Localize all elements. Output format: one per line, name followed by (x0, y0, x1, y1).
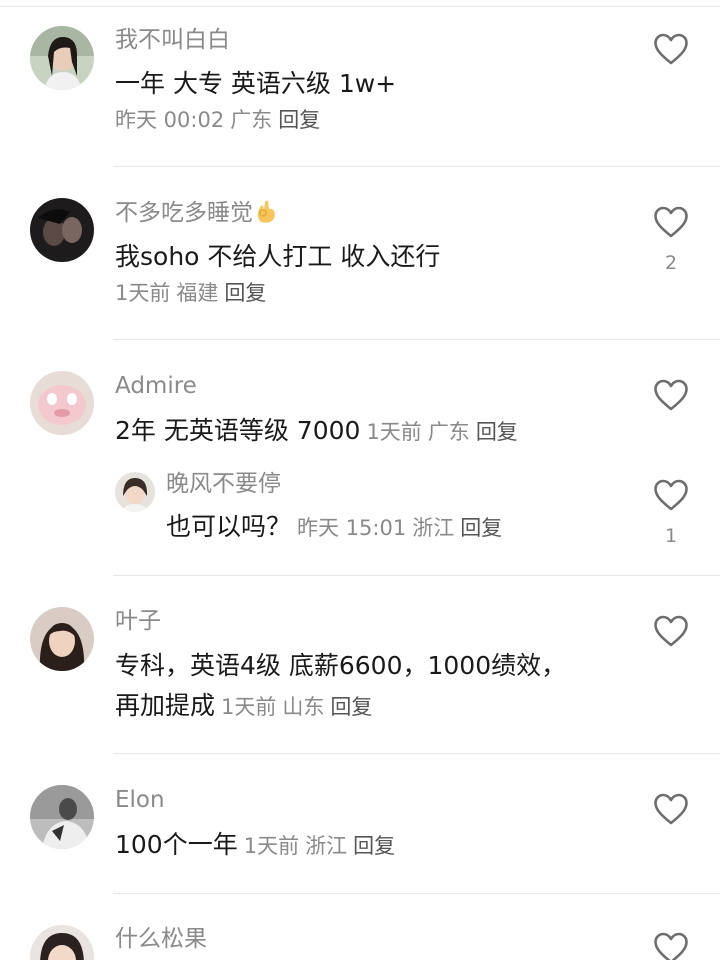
reply-location: 浙江 (412, 516, 455, 540)
like-button[interactable] (651, 932, 691, 960)
comment-time: 1天前 (243, 834, 300, 858)
heart-outline-icon (654, 932, 688, 960)
comment-text-body: 100个一年 (115, 830, 238, 859)
comment-text-body: 2年 无英语等级 7000 (115, 416, 361, 445)
reply-username[interactable]: 晚风不要停 (166, 469, 281, 499)
avatar[interactable] (30, 607, 94, 671)
divider (113, 166, 720, 167)
comment-location: 浙江 (305, 834, 348, 858)
reply-button[interactable]: 回复 (224, 281, 266, 305)
comment-location: 福建 (176, 281, 219, 305)
comment-username[interactable]: 我不叫白白 (115, 25, 230, 55)
divider (113, 575, 720, 576)
heart-outline-icon (654, 379, 688, 411)
heart-outline-icon (654, 615, 688, 647)
like-count: 1 (664, 525, 678, 547)
reply-button[interactable]: 回复 (353, 834, 395, 858)
comment-text: 我soho 不给人打工 收入还行 (115, 242, 441, 271)
reply-button[interactable]: 回复 (460, 516, 502, 540)
heart-outline-icon (654, 793, 688, 825)
comment-username[interactable]: 不多吃多睡觉 (115, 198, 277, 228)
avatar[interactable] (30, 26, 94, 90)
like-button[interactable] (651, 206, 691, 238)
ok-hand-emoji-icon (257, 200, 275, 223)
comment-text-body: 再加提成 (115, 691, 216, 720)
heart-outline-icon (654, 479, 688, 511)
comment-location: 广东 (427, 420, 470, 444)
heart-outline-icon (654, 206, 688, 238)
like-button[interactable] (651, 379, 691, 411)
comment-time: 1天前 (115, 281, 171, 305)
reply-text-body: 也可以吗？ (166, 512, 292, 541)
reply-button[interactable]: 回复 (278, 108, 320, 132)
heart-outline-icon (654, 33, 688, 65)
like-button[interactable] (651, 33, 691, 65)
comment-time: 1天前 (221, 695, 277, 719)
like-button[interactable] (651, 793, 691, 825)
comment-username[interactable]: 什么松果 (115, 924, 207, 954)
comment-text-line2: 再加提成 1天前 山东 回复 (115, 689, 372, 724)
comment-text: 2年 无英语等级 7000 1天前 广东 回复 (115, 414, 518, 449)
comment-meta: 1天前 福建 回复 (115, 278, 266, 308)
like-button[interactable] (651, 615, 691, 647)
comment-location: 广东 (230, 108, 273, 132)
comment-text: 100个一年 1天前 浙江 回复 (115, 828, 395, 863)
reply-text: 也可以吗？ 昨天 15:01 浙江 回复 (166, 510, 502, 545)
avatar[interactable] (30, 371, 94, 435)
comment-time: 1天前 (366, 420, 422, 444)
reply-button[interactable]: 回复 (476, 420, 518, 444)
reply-button[interactable]: 回复 (330, 695, 372, 719)
comment-text: 一年 大专 英语六级 1w+ (115, 69, 397, 98)
like-count: 2 (664, 252, 678, 274)
comment-list: 我不叫白白 一年 大专 英语六级 1w+ 昨天 00:02 广东 回复 不多吃多睡觉… (0, 0, 720, 960)
comment-time: 昨天 00:02 (115, 108, 225, 132)
avatar[interactable] (30, 925, 94, 960)
like-button[interactable] (651, 479, 691, 511)
comment-username[interactable]: Admire (115, 371, 197, 401)
avatar[interactable] (115, 472, 155, 512)
divider (113, 753, 720, 754)
avatar[interactable] (30, 198, 94, 262)
comment-location: 山东 (282, 695, 325, 719)
reply-time: 昨天 15:01 (297, 516, 407, 540)
divider (113, 893, 720, 894)
comment-username[interactable]: 叶子 (115, 606, 161, 636)
top-divider (0, 6, 720, 7)
comment-meta: 昨天 00:02 广东 回复 (115, 105, 320, 135)
avatar[interactable] (30, 785, 94, 849)
comment-username[interactable]: Elon (115, 785, 165, 815)
comment-text: 专科，英语4级 底薪6600，1000绩效， (115, 651, 567, 680)
divider (113, 339, 720, 340)
comment-username-text: 不多吃多睡觉 (115, 200, 253, 226)
